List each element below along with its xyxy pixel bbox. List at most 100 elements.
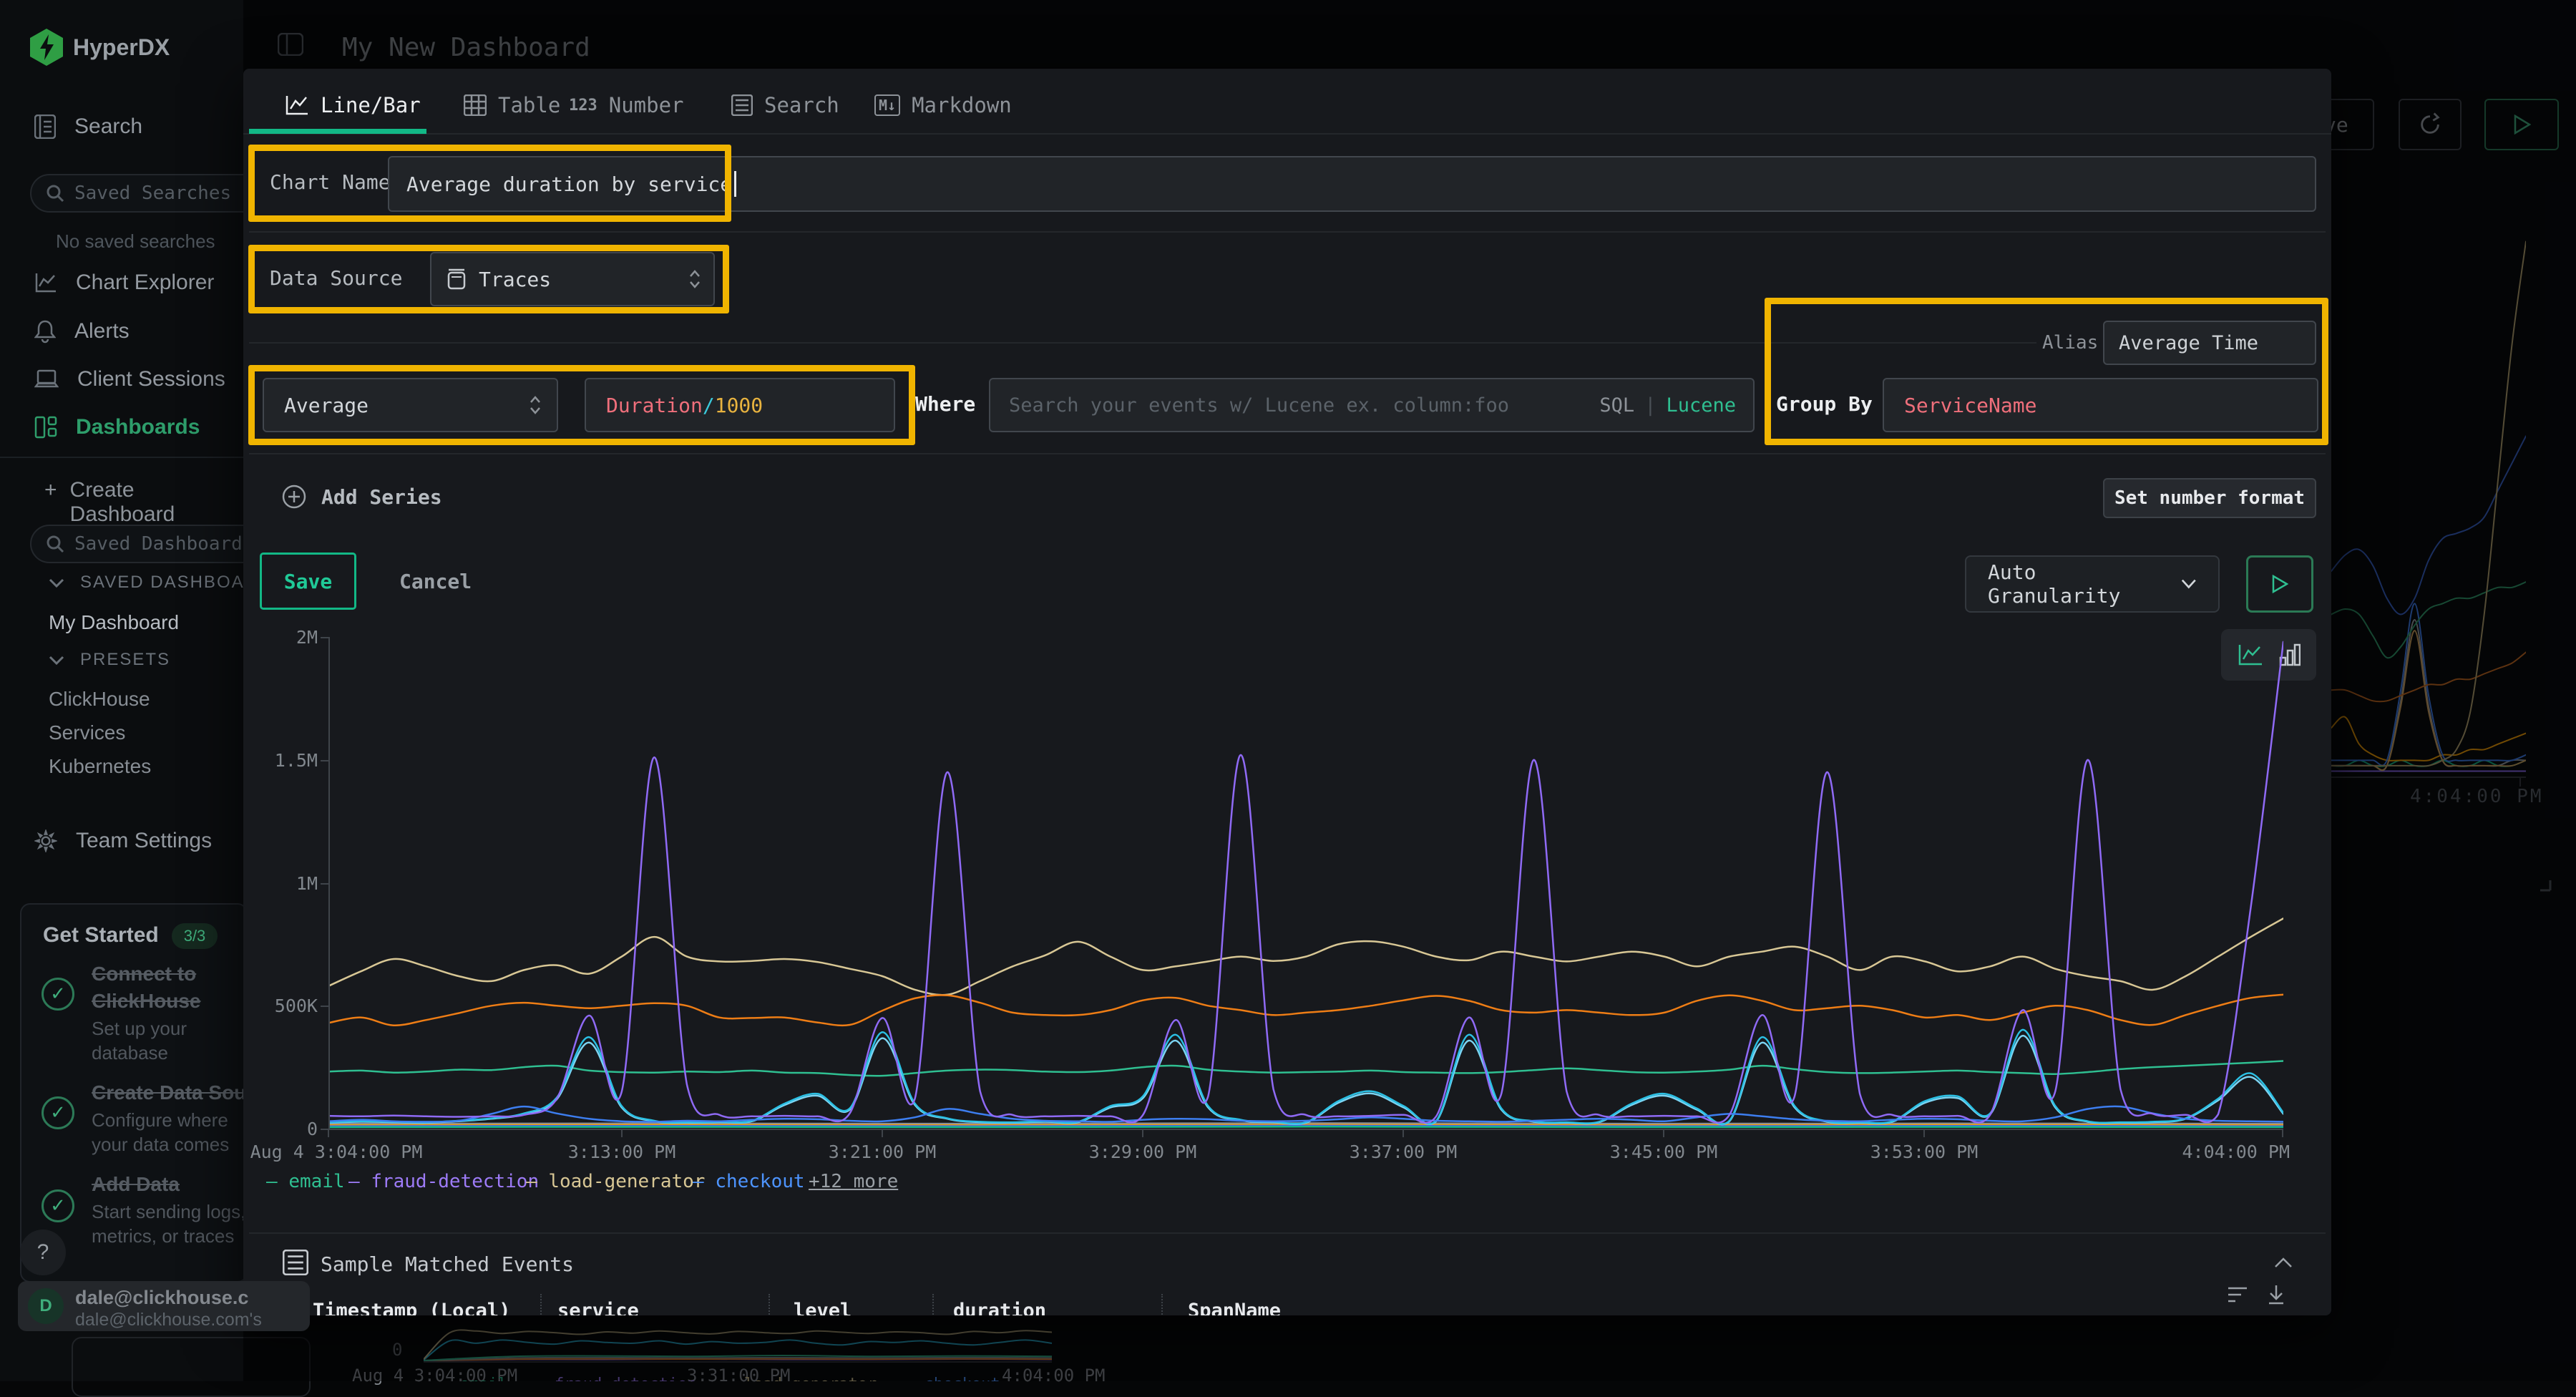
y-tick-mark <box>321 1006 329 1007</box>
group-by-input[interactable]: ServiceName <box>1883 378 2318 432</box>
column-separator[interactable] <box>769 1294 770 1315</box>
y-tick-mark <box>321 760 329 761</box>
saved-dashboards-placeholder: Saved Dashboards <box>74 533 253 555</box>
sidebar-item-team-settings[interactable]: Team Settings <box>34 829 212 853</box>
sql-toggle[interactable]: SQL <box>1599 394 1634 417</box>
brand-name: HyperDX <box>73 34 170 61</box>
user-card[interactable]: D dale@clickhouse.c dale@clickhouse.com'… <box>18 1281 310 1331</box>
create-dashboard-label: Create Dashboard <box>70 478 243 527</box>
save-label: Save <box>284 570 332 593</box>
search-icon <box>46 184 64 203</box>
tab-table[interactable]: Table <box>464 93 560 117</box>
column-header-spanname[interactable]: SpanName <box>1188 1300 1281 1315</box>
query-language-toggle[interactable]: SQL | Lucene <box>1599 394 1736 417</box>
chart-name-value: Average duration by service <box>406 172 732 196</box>
chevron-up-icon[interactable] <box>2274 1257 2293 1268</box>
tab-number[interactable]: 123 Number <box>569 93 684 117</box>
xtick-label: 3:45:00 PM <box>1571 1142 1757 1162</box>
tab-line-bar[interactable]: Line/Bar <box>285 93 421 117</box>
set-number-format-label: Set number format <box>2114 487 2305 509</box>
sidebar-item-chart-explorer[interactable]: Chart Explorer <box>34 271 214 295</box>
y-tick-mark <box>321 883 329 885</box>
line-chart-icon <box>285 94 309 116</box>
sort-lines-icon[interactable] <box>2227 1285 2248 1304</box>
table-icon <box>464 94 487 116</box>
add-series-button[interactable]: Add Series <box>281 484 442 510</box>
sidebar-item-label: Team Settings <box>76 829 212 853</box>
x-tick-mark <box>1402 1129 1404 1137</box>
column-header-service[interactable]: service <box>557 1300 639 1315</box>
check-icon: ✓ <box>42 1189 74 1222</box>
aggregation-select[interactable]: Average <box>263 378 558 432</box>
column-header-level[interactable]: level <box>794 1300 852 1315</box>
sidebar-item-dashboards[interactable]: Dashboards <box>34 415 200 439</box>
legend-item-fraud-detection[interactable]: — fraud-detection <box>348 1171 539 1192</box>
legend-item-email[interactable]: — email <box>266 1171 345 1192</box>
set-number-format-button[interactable]: Set number format <box>2103 478 2316 518</box>
sidebar-item-clickhouse[interactable]: ClickHouse <box>49 688 150 711</box>
divider <box>249 453 2326 454</box>
alias-input[interactable]: Average Time <box>2103 321 2316 365</box>
granularity-select[interactable]: Auto Granularity <box>1965 555 2220 613</box>
text-cursor <box>734 171 736 197</box>
sidebar-item-my-dashboard[interactable]: My Dashboard <box>49 611 179 634</box>
xtick-label: 3:21:00 PM <box>789 1142 975 1162</box>
create-dashboard-button[interactable]: + Create Dashboard <box>44 478 243 527</box>
chart-name-label: Chart Name <box>270 170 391 194</box>
where-placeholder: Search your events w/ Lucene ex. column:… <box>1009 394 1509 417</box>
x-tick-mark <box>2282 1129 2283 1137</box>
legend-item-checkout[interactable]: — checkout <box>693 1171 805 1192</box>
column-header-timestamp[interactable]: Timestamp (Local) <box>313 1300 510 1315</box>
x-tick-mark <box>1142 1129 1143 1137</box>
expr-duration: Duration <box>606 394 703 417</box>
ytick-500k: 500K <box>265 996 318 1016</box>
sidebar-item-client-sessions[interactable]: Client Sessions <box>34 367 225 391</box>
legend-more-link[interactable]: +12 more <box>809 1171 898 1192</box>
column-separator[interactable] <box>540 1294 542 1315</box>
data-source-select[interactable]: Traces <box>430 252 715 306</box>
column-separator[interactable] <box>1161 1294 1163 1315</box>
help-button[interactable]: ? <box>20 1230 66 1275</box>
x-tick-mark <box>882 1129 883 1137</box>
tab-markdown[interactable]: M↓ Markdown <box>874 93 1012 117</box>
expr-slash: / <box>703 394 715 417</box>
markdown-icon: M↓ <box>874 94 900 116</box>
get-started-step-desc: Configure where your data comes from <box>92 1108 249 1159</box>
legend-item-load-generator[interactable]: — load-generator <box>526 1171 705 1192</box>
ytick-1-5m: 1.5M <box>265 750 318 771</box>
group-by-value: ServiceName <box>1904 394 2036 417</box>
alias-label: Alias <box>2042 332 2098 354</box>
xtick-label: 3:53:00 PM <box>1831 1142 2017 1162</box>
get-started-step-title: Create Data Source <box>92 1079 249 1108</box>
bell-icon <box>34 319 56 344</box>
legend-dash: — <box>266 1171 288 1192</box>
where-search-input[interactable]: Search your events w/ Lucene ex. column:… <box>989 378 1755 432</box>
sidebar-item-services[interactable]: Services <box>49 721 125 744</box>
column-header-duration[interactable]: duration <box>953 1300 1046 1315</box>
dashboards-icon <box>34 416 57 439</box>
chevron-down-icon <box>49 578 64 588</box>
sample-events-title: Sample Matched Events <box>321 1252 574 1276</box>
sidebar-item-alerts[interactable]: Alerts <box>34 319 130 344</box>
main-chart[interactable] <box>328 637 2283 1129</box>
play-icon <box>2271 575 2288 593</box>
chart-editor-modal: Line/Bar Table 123 Number Search M↓ Mark… <box>243 69 2331 1315</box>
section-presets[interactable]: PRESETS <box>49 650 170 670</box>
get-started-title: Get Started <box>43 923 159 948</box>
cancel-button[interactable]: Cancel <box>399 570 472 593</box>
tab-search[interactable]: Search <box>731 93 839 117</box>
sidebar-item-kubernetes[interactable]: Kubernetes <box>49 755 151 778</box>
field-expression-input[interactable]: Duration/1000 <box>585 378 895 432</box>
lucene-toggle[interactable]: Lucene <box>1666 394 1736 417</box>
chart-name-input[interactable]: Average duration by service <box>388 156 2316 212</box>
legend-dash: — <box>348 1171 371 1192</box>
save-button[interactable]: Save <box>260 553 356 610</box>
download-icon[interactable] <box>2267 1284 2285 1305</box>
database-icon <box>447 268 466 290</box>
sidebar-item-search[interactable]: Search <box>34 115 142 139</box>
divider <box>249 1232 2326 1234</box>
xtick-label: 3:13:00 PM <box>529 1142 715 1162</box>
column-separator[interactable] <box>932 1294 934 1315</box>
run-query-button[interactable] <box>2246 555 2313 613</box>
sidebar-divider <box>0 457 243 458</box>
